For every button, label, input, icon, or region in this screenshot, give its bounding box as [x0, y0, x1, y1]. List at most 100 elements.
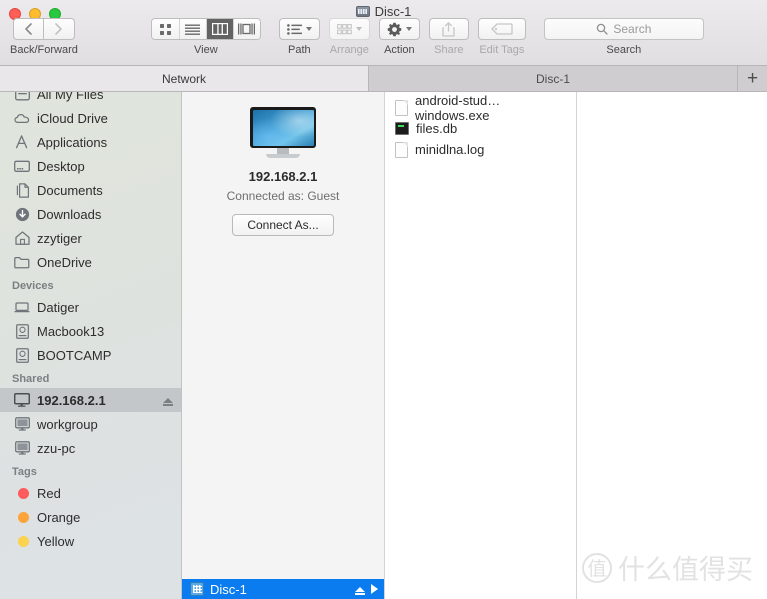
tag-dot-icon [14, 533, 30, 549]
sidebar-item-workgroup[interactable]: workgroup [0, 412, 181, 436]
forward-button[interactable] [43, 18, 75, 40]
arrange-button[interactable] [328, 18, 370, 40]
sidebar-item-datiger[interactable]: Datiger [0, 295, 181, 319]
sidebar-item-label: Macbook13 [37, 323, 105, 339]
server-status: Connected as: Guest [226, 189, 340, 203]
new-tab-button[interactable]: + [738, 66, 767, 91]
sidebar-item-onedrive[interactable]: OneDrive [0, 250, 181, 274]
share-group: Share [428, 18, 469, 56]
arrange-caption: Arrange [329, 44, 369, 56]
sidebar-item-label: Red [37, 485, 61, 501]
share-button[interactable] [428, 18, 469, 40]
path-button[interactable] [278, 18, 320, 40]
sidebar-item-desktop[interactable]: Desktop [0, 154, 181, 178]
tag-icon [491, 23, 513, 35]
sidebar-item-applications[interactable]: Applications [0, 130, 181, 154]
sidebar-item-label: Datiger [37, 299, 79, 315]
chevron-right-icon [371, 584, 378, 594]
share-label: Disc-1 [210, 581, 247, 597]
sidebar-item-label: 192.168.2.1 [37, 392, 106, 408]
search-input[interactable]: Search [543, 18, 704, 40]
action-group: Action [378, 18, 420, 56]
home-icon [14, 230, 30, 246]
sidebar-item-macbook13[interactable]: Macbook13 [0, 319, 181, 343]
coverflow-view-button[interactable] [232, 19, 260, 39]
eject-icon[interactable] [163, 397, 173, 406]
sidebar-item-label: Downloads [37, 206, 102, 222]
tag-dot-icon [14, 485, 30, 501]
search-placeholder: Search [613, 22, 652, 36]
hard-drive-icon [14, 323, 30, 339]
tab-label: Network [161, 71, 206, 86]
chevron-down-icon [405, 27, 412, 31]
file-name: files.db [416, 121, 458, 136]
sidebar-item-label: iCloud Drive [37, 110, 108, 126]
sidebar-item-tag-red[interactable]: Red [0, 481, 181, 505]
sidebar-item-tag-yellow[interactable]: Yellow [0, 529, 181, 553]
sidebar-item-label: Yellow [37, 533, 75, 549]
search-caption: Search [606, 44, 642, 56]
preview-column [576, 92, 767, 599]
tag-dot-icon [14, 509, 30, 525]
sidebar[interactable]: All My Files iCloud Drive Applications D… [0, 92, 182, 599]
sidebar-item-label: workgroup [37, 416, 98, 432]
sidebar-item-label: BOOTCAMP [37, 347, 112, 363]
column-browser: 192.168.2.1 Connected as: Guest Connect … [182, 92, 767, 599]
connect-as-button[interactable]: Connect As... [232, 214, 334, 236]
list-icon [185, 24, 201, 35]
sidebar-item-label: Desktop [37, 158, 85, 174]
list-view-button[interactable] [178, 19, 206, 39]
share-row-disc-1[interactable]: Disc-1 [182, 579, 384, 599]
back-button[interactable] [12, 18, 44, 40]
edit-tags-button[interactable] [477, 18, 526, 40]
icon-view-button[interactable] [151, 19, 179, 39]
server-column: 192.168.2.1 Connected as: Guest Connect … [182, 92, 385, 599]
sidebar-item-tag-orange[interactable]: Orange [0, 505, 181, 529]
sidebar-item-documents[interactable]: Documents [0, 178, 181, 202]
file-row[interactable]: android-stud…windows.exe [385, 93, 576, 123]
documents-icon [14, 182, 30, 198]
column-view-button[interactable] [205, 19, 233, 39]
file-name: minidlna.log [415, 142, 485, 157]
sidebar-section-shared: Shared 192.168.2.1 workgroup zzu-pc [0, 367, 181, 460]
search-group: Search Search [543, 18, 704, 56]
downloads-icon [14, 206, 30, 222]
folder-icon [14, 254, 30, 270]
disk-icon [355, 6, 370, 17]
computer-display-icon [250, 107, 316, 159]
sidebar-item-192-168-2-1[interactable]: 192.168.2.1 [0, 388, 181, 412]
sidebar-item-zzu-pc[interactable]: zzu-pc [0, 436, 181, 460]
file-row[interactable]: minidlna.log [385, 139, 576, 160]
view-group: View [150, 18, 261, 56]
file-list-column[interactable]: android-stud…windows.exe files.db minidl… [385, 92, 577, 599]
nav-caption: Back/Forward [10, 44, 78, 56]
sidebar-item-bootcamp[interactable]: BOOTCAMP [0, 343, 181, 367]
edit-tags-caption: Edit Tags [479, 44, 525, 56]
icloud-icon [14, 110, 30, 126]
action-button[interactable] [378, 18, 420, 40]
chevron-right-icon [55, 23, 63, 35]
sidebar-item-icloud-drive[interactable]: iCloud Drive [0, 106, 181, 130]
connect-as-label: Connect As... [247, 218, 319, 232]
tab-label: Disc-1 [535, 71, 570, 86]
tab-network[interactable]: Network [0, 66, 369, 91]
hard-drive-icon [14, 347, 30, 363]
sidebar-item-label: Applications [37, 134, 108, 150]
tab-disc-1[interactable]: Disc-1 [369, 66, 738, 91]
nav-group: Back/Forward [10, 18, 78, 56]
search-icon [597, 23, 608, 35]
eject-icon[interactable] [355, 586, 365, 595]
server-info-panel: 192.168.2.1 Connected as: Guest Connect … [182, 92, 384, 579]
sidebar-item-downloads[interactable]: Downloads [0, 202, 181, 226]
database-terminal-icon [395, 122, 409, 135]
grid-icon [159, 23, 171, 35]
path-caption: Path [288, 44, 311, 56]
sidebar-item-all-my-files[interactable]: All My Files [0, 92, 181, 106]
view-segmented-control[interactable] [150, 18, 261, 40]
sidebar-item-zzytiger[interactable]: zzytiger [0, 226, 181, 250]
gear-icon [387, 22, 402, 36]
share-caption: Share [434, 44, 464, 56]
document-icon [395, 99, 408, 116]
finder-window: Disc-1 Back/Forward View Path Arrange Ac… [0, 0, 767, 599]
share-icon [442, 21, 456, 37]
